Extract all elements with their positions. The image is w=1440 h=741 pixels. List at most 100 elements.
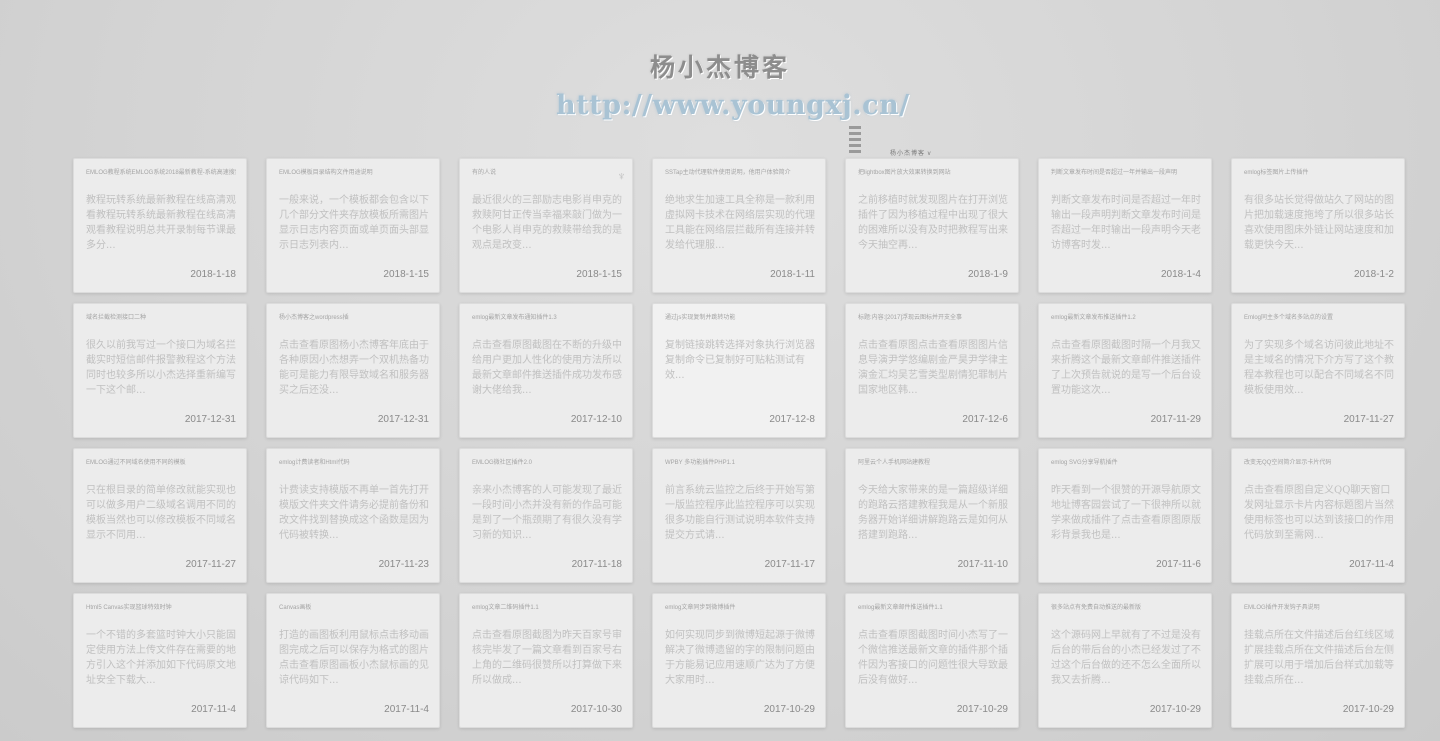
post-date: 2017-10-29: [956, 704, 1008, 715]
post-date: 2017-11-6: [1156, 559, 1201, 570]
post-title[interactable]: EMLOG教程系统EMLOG系统2018最新教程-系统高速搜索: [86, 167, 236, 176]
post-title[interactable]: EMLOG插件开发钩子具说明: [1244, 602, 1394, 611]
post-title[interactable]: 把lightbox图片放大效果转换到网站: [858, 167, 1008, 176]
post-title[interactable]: EMLOG模板目录结构文件用途说明: [279, 167, 429, 176]
post-date: 2018-1-11: [770, 269, 815, 280]
post-excerpt: 点击查看原图杨小杰博客年底由于各种原因小杰想弄一个双机热备功能可是能力有限导致域…: [279, 340, 429, 396]
post-card[interactable]: EMLOG模板目录结构文件用途说明一般来说，一个模板都会包含以下几个部分文件夹存…: [266, 158, 440, 293]
post-excerpt: 计费读支持模版不再单一首先打开模版文件夹文件请务必提前备份和改文件找到替换成这个…: [279, 485, 429, 541]
post-card[interactable]: emlog计费读者和Html代码计费读支持模版不再单一首先打开模版文件夹文件请务…: [266, 448, 440, 583]
post-title[interactable]: Canvas画板: [279, 602, 429, 611]
post-title[interactable]: emlog SVG分享导航插件: [1051, 457, 1201, 466]
post-excerpt: 只在根目录的简单修改就能实现也可以做多用户二级域名调用不同的模板当然也可以修改模…: [86, 485, 236, 541]
post-date: 2017-12-10: [570, 414, 622, 425]
post-card[interactable]: 有的人说 ♆ 最近很火的三部励志电影肖申克的救赎阿甘正传当幸福来敲门做为一个电影人肖…: [459, 158, 633, 293]
post-title[interactable]: emlog最新文章发布推送插件1.2: [1051, 312, 1201, 321]
post-excerpt: 点击查看原图截图时间小杰写了一个微信推送最新文章的插件那个插件因为客接口的问题性…: [858, 630, 1008, 686]
post-card[interactable]: WPBY 多功能插件PHP1.1 前言系统云监控之后终于开始写第一版监控程序此监控…: [652, 448, 826, 583]
post-title[interactable]: EMLOG通过不同域名使用不同的模板: [86, 457, 236, 466]
deco-label: 杨小杰博客 v: [890, 151, 932, 157]
post-card[interactable]: emlog文章二维码插件1.1 点击查看原图截图为昨天百家号审核完毕发了一篇文章看…: [459, 593, 633, 728]
post-card[interactable]: emlog最新文章发布通知插件1.3 点击查看原图截图在不断的升级中给用户更加人性…: [459, 303, 633, 438]
post-date: 2017-11-29: [1150, 414, 1201, 425]
post-card[interactable]: emlog文章同步到微博插件 如何实现同步到微博短起源于微博解决了微博遗留的字的限…: [652, 593, 826, 728]
post-title[interactable]: emlog最新文章发布通知插件1.3: [472, 312, 622, 321]
post-title[interactable]: 改变无QQ空间简介显示卡片代码: [1244, 457, 1394, 466]
post-grid: EMLOG教程系统EMLOG系统2018最新教程-系统高速搜索教程玩转系统最新教…: [73, 158, 1405, 728]
post-title[interactable]: 有的人说: [472, 167, 622, 176]
post-card[interactable]: EMLOG通过不同域名使用不同的模板只在根目录的简单修改就能实现也可以做多用户二…: [73, 448, 247, 583]
post-excerpt: 前言系统云监控之后终于开始写第一版监控程序此监控程序可以实现很多功能自行测试说明…: [665, 485, 815, 541]
post-title[interactable]: Html5 Canvas实现篮球特效时钟: [86, 602, 236, 611]
post-title[interactable]: EMLOG微社区插件2.0: [472, 457, 622, 466]
post-excerpt: 挂载点所在文件描述后台红线区域扩展挂载点所在文件描述后台左侧扩展可以用于增加后台…: [1244, 630, 1394, 686]
post-title[interactable]: 阿里云个人手机网站建教程: [858, 457, 1008, 466]
post-card[interactable]: EMLOG教程系统EMLOG系统2018最新教程-系统高速搜索教程玩转系统最新教…: [73, 158, 247, 293]
post-title[interactable]: SSTap主动代理软件使用说明，他用户体验简介: [665, 167, 815, 176]
post-title[interactable]: emlog文章同步到微博插件: [665, 602, 815, 611]
post-excerpt: 教程玩转系统最新教程在线高清观看教程玩转系统最新教程在线高清观看教程说明总共开录…: [86, 195, 236, 251]
post-card[interactable]: Emlog同主多个域名多站点的设置 为了实现多个域名访问彼此地址不是主域名的情况下…: [1231, 303, 1405, 438]
site-url-link[interactable]: http://www.youngxj.cn/: [556, 90, 909, 121]
post-card[interactable]: 通过js实现复制并跳转功能复制链接跳转选择对象执行浏览器复制命令已复制好可贴粘测…: [652, 303, 826, 438]
post-title[interactable]: 通过js实现复制并跳转功能: [665, 312, 815, 321]
post-title[interactable]: Emlog同主多个域名多站点的设置: [1244, 312, 1394, 321]
post-card[interactable]: SSTap主动代理软件使用说明，他用户体验简介 绝地求生加速工具全称是一款利用虚拟…: [652, 158, 826, 293]
post-excerpt: 点击查看原图截图在不断的升级中给用户更加人性化的使用方法所以最新文章邮件推送插件…: [472, 340, 622, 396]
post-card[interactable]: emlog SVG分享导航插件昨天看到一个很赞的开源导航原文地址博客园尝试了一下…: [1038, 448, 1212, 583]
post-excerpt: 点击查看原图截图为昨天百家号审核完毕发了一篇文章看到百家号右上角的二维码很赞所以…: [472, 630, 622, 686]
site-title[interactable]: 杨小杰博客: [0, 48, 1440, 84]
post-title[interactable]: 域名拦截检测接口二种: [86, 312, 236, 321]
post-card[interactable]: 杨小杰博客之wordpress插点击查看原图杨小杰博客年底由于各种原因小杰想弄一…: [266, 303, 440, 438]
post-excerpt: 点击查看原图点击查看原图图片信息导演尹学悠编剧金严昊尹学律主演金汇均吴艺雪类型剧…: [858, 340, 1008, 396]
post-date: 2018-1-9: [967, 269, 1008, 280]
post-card[interactable]: emlog标签图片上传插件有很多站长觉得做站久了网站的图片把加载速度拖垮了所以很…: [1231, 158, 1405, 293]
post-card[interactable]: 把lightbox图片放大效果转换到网站 之前移植时就发现图片在打开浏览插件了因为…: [845, 158, 1019, 293]
post-date: 2017-12-31: [377, 414, 429, 425]
post-date: 2018-1-15: [383, 269, 429, 280]
post-card[interactable]: Html5 Canvas实现篮球特效时钟一个不错的多套篮时钟大小只能固定使用方法…: [73, 593, 247, 728]
post-card[interactable]: emlog最新文章邮件推送插件1.1 点击查看原图截图时间小杰写了一个微信推送最新…: [845, 593, 1019, 728]
post-card[interactable]: 很多站点有免费自动推送的最新版 这个源码网上早就有了不过是没有后台的带后台的小杰已…: [1038, 593, 1212, 728]
post-excerpt: 一般来说，一个模板都会包含以下几个部分文件夹存放模板所需图片显示日志内容页面或单…: [279, 195, 429, 251]
post-excerpt: 亲来小杰博客的人可能发现了最近一段时间小杰并没有新的作品可能是到了一个瓶颈期了有…: [472, 485, 622, 541]
post-excerpt: 点击查看原图自定义QQ聊天窗口发网址显示卡片内容标题图片当然使用标签也可以达到该…: [1244, 485, 1394, 541]
post-date: 2017-12-8: [769, 414, 815, 425]
post-card[interactable]: 改变无QQ空间简介显示卡片代码点击查看原图自定义QQ聊天窗口发网址显示卡片内容标…: [1231, 448, 1405, 583]
post-date: 2018-1-2: [1353, 269, 1394, 280]
post-badge-icon: ♆: [617, 169, 626, 183]
post-date: 2017-11-18: [571, 559, 622, 570]
post-excerpt: 判断文章发布时间是否超过一年时输出一段声明判断文章发布时间是否超过一年时输出一段…: [1051, 195, 1201, 251]
post-excerpt: 昨天看到一个很赞的开源导航原文地址博客园尝试了一下很神所以就学来做成插件了点击查…: [1051, 485, 1201, 541]
post-title[interactable]: emlog最新文章邮件推送插件1.1: [858, 602, 1008, 611]
post-title[interactable]: WPBY 多功能插件PHP1.1: [665, 457, 815, 466]
post-excerpt: 点击查看原图截图时隔一个月我又来折腾这个最新文章邮件推送插件了上次预告就说的是写…: [1051, 340, 1201, 396]
post-card[interactable]: Canvas画板打造的画图板利用鼠标点击移动画图完成之后可以保存为格式的图片点击…: [266, 593, 440, 728]
post-card[interactable]: 判断文章发布时间是否超过一年并输出一段声明判断文章发布时间是否超过一年时输出一段…: [1038, 158, 1212, 293]
post-date: 2017-11-27: [1343, 414, 1394, 425]
post-excerpt: 有很多站长觉得做站久了网站的图片把加载速度拖垮了所以很多站长喜欢使用图床外链让网…: [1244, 195, 1394, 251]
post-title[interactable]: 标题:内容:[2017]浮现云图标并开支全事: [858, 312, 1008, 321]
post-excerpt: 打造的画图板利用鼠标点击移动画图完成之后可以保存为格式的图片点击查看原图画板小杰…: [279, 630, 429, 686]
post-title[interactable]: emlog计费读者和Html代码: [279, 457, 429, 466]
post-card[interactable]: 标题:内容:[2017]浮现云图标并开支全事点击查看原图点击查看原图图片信息导演…: [845, 303, 1019, 438]
post-title[interactable]: emlog标签图片上传插件: [1244, 167, 1394, 176]
post-excerpt: 复制链接跳转选择对象执行浏览器复制命令已复制好可贴粘测试有效...: [665, 340, 815, 381]
post-title[interactable]: 杨小杰博客之wordpress插: [279, 312, 429, 321]
post-excerpt: 一个不错的多套篮时钟大小只能固定使用方法上传文件存在需要的地方引入这个并添加如下…: [86, 630, 236, 686]
post-date: 2017-10-29: [1342, 704, 1394, 715]
post-card[interactable]: EMLOG插件开发钩子具说明挂载点所在文件描述后台红线区域扩展挂载点所在文件描述…: [1231, 593, 1405, 728]
post-card[interactable]: 域名拦截检测接口二种 很久以前我写过一个接口为域名拦截实时短信邮件报警教程这个方法…: [73, 303, 247, 438]
post-card[interactable]: EMLOG微社区插件2.0 亲来小杰博客的人可能发现了最近一段时间小杰并没有新的作…: [459, 448, 633, 583]
post-date: 2018-1-18: [190, 269, 236, 280]
post-date: 2018-1-15: [576, 269, 622, 280]
post-title[interactable]: emlog文章二维码插件1.1: [472, 602, 622, 611]
post-title[interactable]: 判断文章发布时间是否超过一年并输出一段声明: [1051, 167, 1201, 176]
post-date: 2017-11-4: [384, 704, 429, 715]
post-card[interactable]: 阿里云个人手机网站建教程 今天给大家带来的是一篇超级详细的跑路云搭建教程我是从一个…: [845, 448, 1019, 583]
post-date: 2017-12-6: [962, 414, 1008, 425]
post-card[interactable]: emlog最新文章发布推送插件1.2 点击查看原图截图时隔一个月我又来折腾这个最新…: [1038, 303, 1212, 438]
post-title[interactable]: 很多站点有免费自动推送的最新版: [1051, 602, 1201, 611]
post-date: 2017-11-4: [191, 704, 236, 715]
post-date: 2017-11-4: [1349, 559, 1394, 570]
